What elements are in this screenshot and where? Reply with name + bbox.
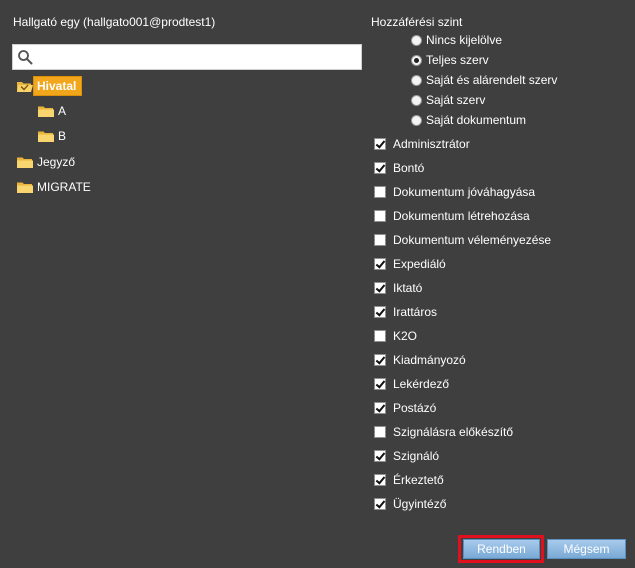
radio-button[interactable] bbox=[411, 34, 422, 46]
ok-button[interactable]: Rendben bbox=[463, 539, 540, 559]
access-level-title: Hozzáférési szint bbox=[371, 15, 463, 29]
search-icon bbox=[18, 50, 33, 65]
role-label: Kiadmányozó bbox=[393, 353, 466, 367]
access-option-own-org[interactable]: Saját szerv bbox=[411, 91, 485, 109]
role-label: K2O bbox=[393, 329, 418, 343]
role-label: Dokumentum jóváhagyása bbox=[393, 185, 536, 199]
role-label: Postázó bbox=[393, 401, 437, 415]
tree-node-a[interactable]: A bbox=[38, 101, 66, 121]
access-option-none[interactable]: Nincs kijelölve bbox=[411, 31, 502, 49]
access-option-own-document[interactable]: Saját dokumentum bbox=[411, 111, 526, 129]
role-k2o[interactable]: K2O bbox=[374, 327, 417, 345]
radio-button[interactable] bbox=[411, 94, 422, 106]
access-option-label: Teljes szerv bbox=[426, 53, 489, 67]
access-option-label: Saját és alárendelt szerv bbox=[426, 73, 558, 87]
role-label: Ügyintéző bbox=[393, 497, 447, 511]
role-opener[interactable]: Bontó bbox=[374, 159, 424, 177]
role-label: Iktató bbox=[393, 281, 423, 295]
role-label: Expediáló bbox=[393, 257, 446, 271]
tree-node-migrate[interactable]: MIGRATE bbox=[17, 177, 91, 197]
role-archivist[interactable]: Irattáros bbox=[374, 303, 437, 321]
checkbox-checked[interactable] bbox=[374, 474, 386, 486]
role-label: Érkeztető bbox=[393, 473, 444, 487]
access-option-label: Nincs kijelölve bbox=[426, 33, 503, 47]
role-case-officer[interactable]: Ügyintéző bbox=[374, 495, 446, 513]
search-input[interactable] bbox=[37, 47, 361, 69]
tree-node-jegyzo[interactable]: Jegyző bbox=[17, 152, 75, 172]
role-label: Szignálásra előkészítő bbox=[393, 425, 514, 439]
role-issuer[interactable]: Kiadmányozó bbox=[374, 351, 466, 369]
role-label: Dokumentum véleményezése bbox=[393, 233, 552, 247]
radio-button-checked[interactable] bbox=[411, 54, 422, 66]
checkbox-checked[interactable] bbox=[374, 402, 386, 414]
folder-icon bbox=[17, 157, 33, 168]
checkbox[interactable] bbox=[374, 210, 386, 222]
folder-icon bbox=[38, 131, 54, 142]
tree-node-label: Hivatal bbox=[33, 76, 83, 96]
checkbox[interactable] bbox=[374, 426, 386, 438]
checkbox-checked[interactable] bbox=[374, 498, 386, 510]
checkbox-checked[interactable] bbox=[374, 354, 386, 366]
radio-button[interactable] bbox=[411, 74, 422, 86]
checkbox[interactable] bbox=[374, 330, 386, 342]
checkbox[interactable] bbox=[374, 234, 386, 246]
user-label: Hallgató egy (hallgato001@prodtest1) bbox=[13, 15, 216, 29]
role-document-review[interactable]: Dokumentum véleményezése bbox=[374, 231, 551, 249]
role-querier[interactable]: Lekérdező bbox=[374, 375, 449, 393]
access-option-label: Saját szerv bbox=[426, 93, 486, 107]
role-label: Dokumentum létrehozása bbox=[393, 209, 530, 223]
tree-node-label: A bbox=[58, 104, 67, 118]
role-document-creation[interactable]: Dokumentum létrehozása bbox=[374, 207, 530, 225]
tree-node-label: MIGRATE bbox=[37, 180, 91, 194]
role-registrar[interactable]: Iktató bbox=[374, 279, 422, 297]
folder-icon bbox=[17, 182, 33, 193]
role-label: Bontó bbox=[393, 161, 425, 175]
tree-node-hivatal[interactable]: Hivatal bbox=[17, 76, 83, 96]
role-label: Lekérdező bbox=[393, 377, 450, 391]
radio-button[interactable] bbox=[411, 114, 422, 126]
folder-open-icon bbox=[17, 81, 33, 92]
tree-node-label: Jegyző bbox=[37, 155, 76, 169]
checkbox-checked[interactable] bbox=[374, 282, 386, 294]
role-administrator[interactable]: Adminisztrátor bbox=[374, 135, 470, 153]
role-label: Szignáló bbox=[393, 449, 440, 463]
checkbox-checked[interactable] bbox=[374, 378, 386, 390]
checkbox-checked[interactable] bbox=[374, 306, 386, 318]
tree-node-label: B bbox=[58, 129, 67, 143]
role-label: Adminisztrátor bbox=[393, 137, 470, 151]
checkbox-checked[interactable] bbox=[374, 258, 386, 270]
role-label: Irattáros bbox=[393, 305, 438, 319]
checkbox-checked[interactable] bbox=[374, 138, 386, 150]
checkbox[interactable] bbox=[374, 186, 386, 198]
tree-node-b[interactable]: B bbox=[38, 126, 66, 146]
access-option-own-and-sub-org[interactable]: Saját és alárendelt szerv bbox=[411, 71, 557, 89]
role-receiver[interactable]: Érkeztető bbox=[374, 471, 444, 489]
checkbox-checked[interactable] bbox=[374, 162, 386, 174]
role-dispatcher[interactable]: Expediáló bbox=[374, 255, 446, 273]
access-option-full-org[interactable]: Teljes szerv bbox=[411, 51, 489, 69]
role-assignment-preparer[interactable]: Szignálásra előkészítő bbox=[374, 423, 513, 441]
role-mailer[interactable]: Postázó bbox=[374, 399, 436, 417]
role-document-approval[interactable]: Dokumentum jóváhagyása bbox=[374, 183, 535, 201]
folder-icon bbox=[38, 106, 54, 117]
search-box[interactable] bbox=[12, 44, 362, 70]
access-option-label: Saját dokumentum bbox=[426, 113, 527, 127]
cancel-button[interactable]: Mégsem bbox=[547, 539, 626, 559]
checkbox-checked[interactable] bbox=[374, 450, 386, 462]
role-assigner[interactable]: Szignáló bbox=[374, 447, 439, 465]
